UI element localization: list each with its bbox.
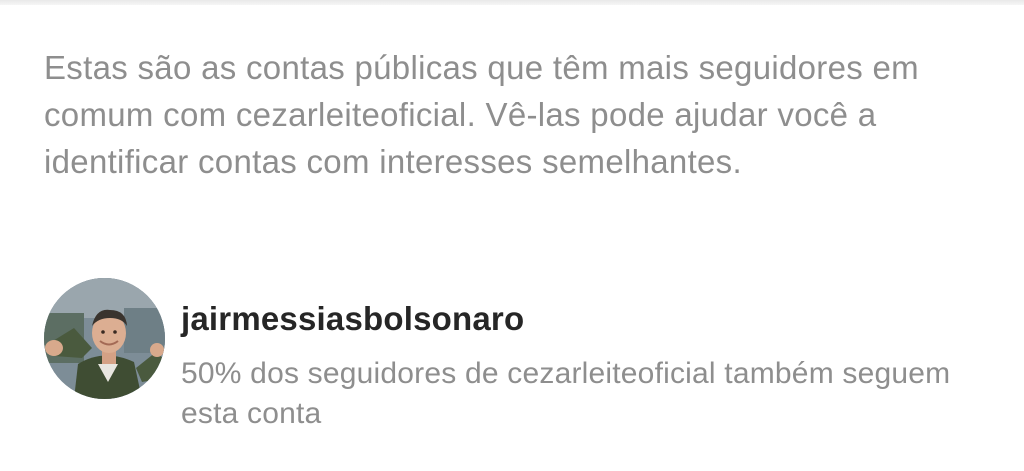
account-text: jairmessiasbolsonaro 50% dos seguidores … — [181, 278, 981, 434]
username-link[interactable]: jairmessiasbolsonaro — [181, 298, 981, 340]
mutual-followers-info: 50% dos seguidores de cezarleiteoficial … — [181, 357, 951, 430]
similar-accounts-description: Estas são as contas públicas que têm mai… — [44, 49, 919, 180]
top-divider — [0, 0, 1024, 5]
profile-photo-avatar[interactable] — [44, 278, 165, 399]
account-list-item[interactable]: jairmessiasbolsonaro 50% dos seguidores … — [44, 278, 984, 438]
